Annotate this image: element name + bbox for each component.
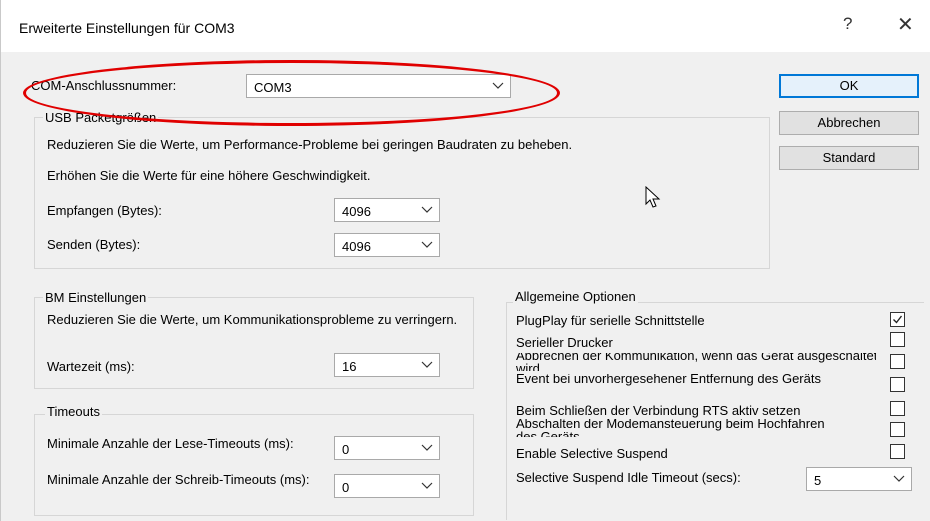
- chevron-down-icon: [421, 206, 433, 213]
- window-title: Erweiterte Einstellungen für COM3: [19, 20, 235, 36]
- checkbox-plugplay[interactable]: [890, 312, 905, 327]
- suspend-timeout-select[interactable]: 5: [806, 467, 912, 491]
- read-timeout-label: Minimale Anzahle der Lese-Timeouts (ms):: [47, 436, 294, 451]
- send-select[interactable]: 4096: [334, 233, 440, 257]
- chevron-down-icon: [421, 241, 433, 248]
- write-timeout-select[interactable]: 0: [334, 474, 440, 498]
- checkbox-surprise-removal[interactable]: [890, 377, 905, 392]
- title-bar: Erweiterte Einstellungen für COM3 ? ✕: [1, 0, 930, 52]
- option-clip-surprise-removal: Event bei unvorhergesehener Entfernung d…: [516, 374, 876, 392]
- option-label-plugplay: PlugPlay für serielle Schnittstelle: [516, 313, 705, 328]
- usb-hint-reduce: Reduzieren Sie die Werte, um Performance…: [47, 137, 573, 152]
- checkmark-icon: [893, 315, 903, 324]
- timeouts-group: [34, 414, 474, 516]
- receive-value: 4096: [342, 204, 371, 219]
- annotation-ellipse: [23, 60, 560, 126]
- option-label-disable-modem: Abschalten der Modemansteuerung beim Hoc…: [516, 419, 825, 437]
- suspend-timeout-label: Selective Suspend Idle Timeout (secs):: [516, 470, 741, 485]
- option-clip-disable-modem: Abschalten der Modemansteuerung beim Hoc…: [516, 419, 876, 437]
- checkbox-rts-on-close[interactable]: [890, 401, 905, 416]
- option-label-serial-printer: Serieller Drucker: [516, 335, 613, 350]
- read-timeout-value: 0: [342, 442, 350, 457]
- latency-select[interactable]: 16: [334, 353, 440, 377]
- send-value: 4096: [342, 239, 371, 254]
- checkbox-cancel-poweroff[interactable]: [890, 354, 905, 369]
- ok-button[interactable]: OK: [779, 74, 919, 98]
- suspend-timeout-value: 5: [814, 473, 822, 488]
- read-timeout-select[interactable]: 0: [334, 436, 440, 460]
- mouse-cursor-icon: [645, 186, 661, 208]
- general-group-title: Allgemeine Optionen: [513, 289, 638, 304]
- standard-button[interactable]: Standard: [779, 146, 919, 170]
- write-timeout-value: 0: [342, 480, 350, 495]
- bm-group-title: BM Einstellungen: [43, 290, 149, 305]
- close-button[interactable]: ✕: [897, 12, 914, 37]
- checkbox-serial-printer[interactable]: [890, 332, 905, 347]
- option-label-rts-on-close: Beim Schließen der Verbindung RTS aktiv …: [516, 403, 801, 418]
- usb-hint-increase: Erhöhen Sie die Werte für eine höhere Ge…: [47, 168, 371, 183]
- chevron-down-icon: [421, 482, 433, 489]
- cancel-button[interactable]: Abbrechen: [779, 111, 919, 135]
- receive-label: Empfangen (Bytes):: [47, 203, 162, 218]
- help-button[interactable]: ?: [843, 14, 852, 34]
- chevron-down-icon: [421, 361, 433, 368]
- option-label-selective-suspend: Enable Selective Suspend: [516, 446, 668, 461]
- receive-select[interactable]: 4096: [334, 198, 440, 222]
- latency-label: Wartezeit (ms):: [47, 359, 135, 374]
- checkbox-disable-modem[interactable]: [890, 422, 905, 437]
- send-label: Senden (Bytes):: [47, 237, 141, 252]
- option-label-cancel-poweroff: Abbrechen der Kommunikation, wenn das Ge…: [516, 353, 876, 371]
- latency-value: 16: [342, 359, 357, 374]
- write-timeout-label: Minimale Anzahle der Schreib-Timeouts (m…: [47, 472, 310, 487]
- advanced-settings-dialog: Erweiterte Einstellungen für COM3 ? ✕ CO…: [0, 0, 930, 521]
- option-label-surprise-removal: Event bei unvorhergesehener Entfernung d…: [516, 374, 821, 386]
- chevron-down-icon: [421, 444, 433, 451]
- bm-hint: Reduzieren Sie die Werte, um Kommunikati…: [47, 312, 458, 327]
- option-clip-cancel-poweroff: Abbrechen der Kommunikation, wenn das Ge…: [516, 353, 876, 371]
- timeouts-group-title: Timeouts: [45, 404, 102, 419]
- chevron-down-icon: [893, 475, 905, 482]
- checkbox-selective-suspend[interactable]: [890, 444, 905, 459]
